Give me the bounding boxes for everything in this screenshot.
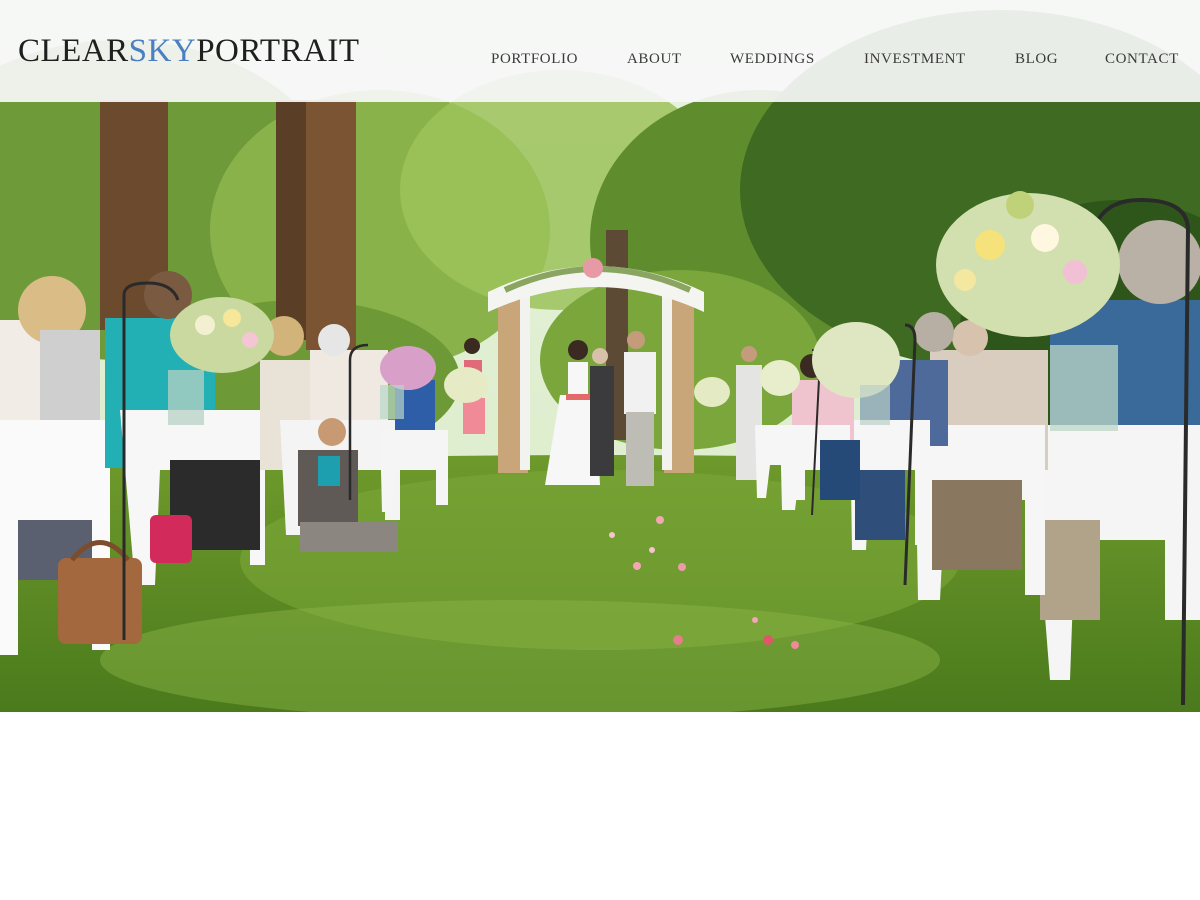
hero-image — [0, 0, 1200, 712]
nav-item-weddings[interactable]: WEDDINGS — [730, 47, 815, 71]
nav-item-blog[interactable]: BLOG — [1015, 47, 1058, 71]
main-nav: PORTFOLIO ABOUT WEDDINGS INVESTMENT BLOG… — [0, 47, 1200, 71]
page-content-area — [0, 712, 1200, 900]
nav-item-about[interactable]: ABOUT — [627, 47, 682, 71]
nav-item-contact[interactable]: CONTACT — [1105, 47, 1179, 71]
nav-item-portfolio[interactable]: PORTFOLIO — [491, 47, 578, 71]
site-header: CLEARSKYPORTRAIT PORTFOLIO ABOUT WEDDING… — [0, 0, 1200, 102]
nav-item-investment[interactable]: INVESTMENT — [864, 47, 966, 71]
hero-photo-illustration — [0, 0, 1200, 712]
page: CLEARSKYPORTRAIT PORTFOLIO ABOUT WEDDING… — [0, 0, 1200, 900]
